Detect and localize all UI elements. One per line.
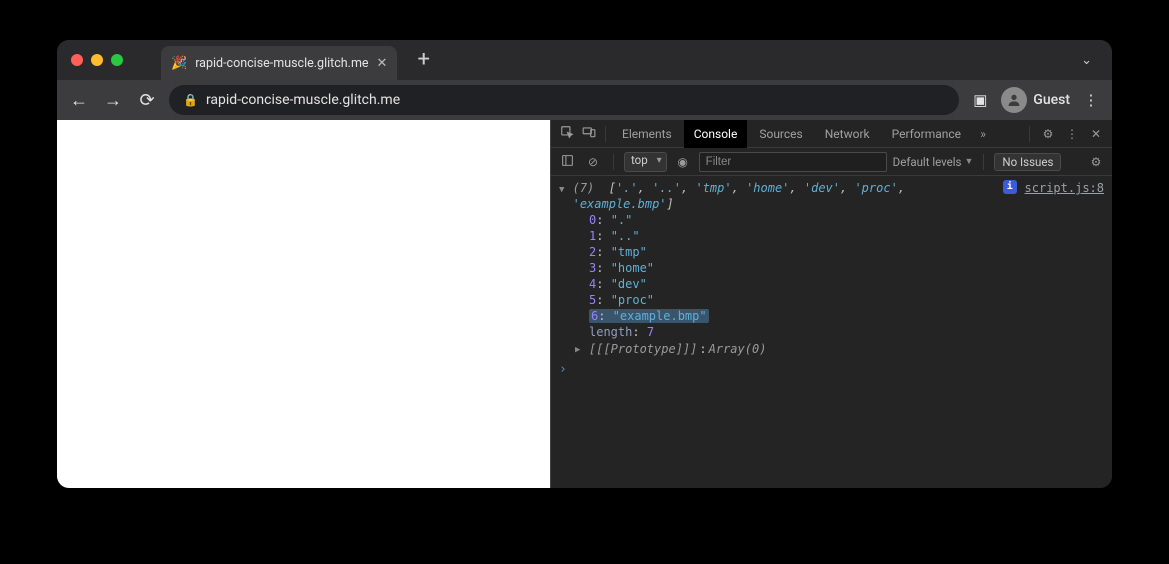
issues-button[interactable]: No Issues [994, 153, 1061, 171]
tab-performance[interactable]: Performance [882, 120, 971, 148]
profile-button[interactable]: Guest [1001, 87, 1070, 113]
array-entry: 3: "home" [589, 260, 1104, 276]
toolbar: ← → ⟳ 🔒 rapid-concise-muscle.glitch.me ▣… [57, 80, 1112, 120]
console-sidebar-toggle-icon[interactable] [557, 154, 577, 170]
array-entries: 0: "."1: ".."2: "tmp"3: "home"4: "dev"5:… [559, 212, 1104, 324]
tab-title: rapid-concise-muscle.glitch.me [195, 56, 368, 71]
kebab-menu-button[interactable]: ⋮ [1080, 91, 1102, 109]
clear-console-icon[interactable]: ⊘ [583, 155, 603, 169]
console-filter-bar: ⊘ top ◉ Default levels ▼ No Issues ⚙ [551, 148, 1112, 176]
url-text: rapid-concise-muscle.glitch.me [206, 92, 400, 108]
log-levels-selector[interactable]: Default levels ▼ [893, 155, 974, 169]
devtools-panel: Elements Console Sources Network Perform… [550, 120, 1112, 488]
context-selector[interactable]: top [624, 152, 667, 172]
device-toolbar-icon[interactable] [579, 125, 599, 142]
devtools-settings-icon[interactable]: ⚙ [1038, 127, 1058, 141]
browser-window: 🎉 rapid-concise-muscle.glitch.me ✕ + ⌄ ←… [57, 40, 1112, 488]
console-prompt[interactable]: › [559, 358, 1104, 378]
console-array-summary-row[interactable]: (7) ['.', '..', 'tmp', 'home', 'dev', 'p… [559, 180, 1104, 212]
window-controls [71, 54, 123, 66]
avatar-icon [1001, 87, 1027, 113]
expand-toggle-icon[interactable] [559, 180, 571, 198]
array-entry: 0: "." [589, 212, 1104, 228]
close-tab-button[interactable]: ✕ [377, 57, 388, 70]
devtools-tabbar: Elements Console Sources Network Perform… [551, 120, 1112, 148]
source-link[interactable]: script.js:8 [1017, 180, 1104, 196]
filter-input[interactable] [699, 152, 887, 172]
devtools-close-icon[interactable]: ✕ [1086, 127, 1106, 141]
reload-button[interactable]: ⟳ [135, 90, 159, 111]
array-entry: 6: "example.bmp" [589, 308, 1104, 324]
array-summary-item: 'example.bmp' [573, 197, 667, 211]
info-badge-icon[interactable]: i [1003, 180, 1017, 194]
maximize-window-button[interactable] [111, 54, 123, 66]
array-length-prefix: (7) [573, 181, 595, 195]
minimize-window-button[interactable] [91, 54, 103, 66]
array-entry: 2: "tmp" [589, 244, 1104, 260]
devtools-kebab-icon[interactable]: ⋮ [1062, 127, 1082, 141]
profile-label: Guest [1033, 92, 1070, 108]
tab-console[interactable]: Console [684, 120, 748, 148]
browser-tab[interactable]: 🎉 rapid-concise-muscle.glitch.me ✕ [161, 46, 397, 80]
lock-icon: 🔒 [183, 93, 198, 107]
console-output[interactable]: (7) ['.', '..', 'tmp', 'home', 'dev', 'p… [551, 176, 1112, 488]
array-summary-item: 'tmp' [695, 181, 731, 195]
more-tabs-icon[interactable]: » [973, 127, 993, 141]
tab-network[interactable]: Network [815, 120, 880, 148]
array-length-row: length: 7 [559, 324, 1104, 340]
inspect-element-icon[interactable] [557, 125, 577, 142]
array-summary-item: 'proc' [854, 181, 897, 195]
expand-toggle-icon[interactable] [575, 340, 587, 358]
side-panel-icon[interactable]: ▣ [969, 91, 991, 109]
prototype-row[interactable]: [[[Prototype]]]: Array(0) [559, 340, 1104, 358]
content-area: Elements Console Sources Network Perform… [57, 120, 1112, 488]
array-summary-item: '.' [616, 181, 638, 195]
array-summary-item: 'home' [746, 181, 789, 195]
new-tab-button[interactable]: + [417, 47, 429, 72]
close-window-button[interactable] [71, 54, 83, 66]
tab-elements[interactable]: Elements [612, 120, 682, 148]
array-summary-item: 'dev' [804, 181, 840, 195]
forward-button[interactable]: → [101, 90, 125, 111]
titlebar: 🎉 rapid-concise-muscle.glitch.me ✕ + ⌄ [57, 40, 1112, 80]
log-levels-label: Default levels [893, 155, 962, 169]
array-summary-item: '..' [652, 181, 681, 195]
array-entry: 1: ".." [589, 228, 1104, 244]
array-entry: 5: "proc" [589, 292, 1104, 308]
page-viewport[interactable] [57, 120, 550, 488]
console-settings-icon[interactable]: ⚙ [1086, 155, 1106, 169]
array-entry: 4: "dev" [589, 276, 1104, 292]
favicon-icon: 🎉 [171, 56, 187, 71]
tab-sources[interactable]: Sources [749, 120, 812, 148]
address-bar[interactable]: 🔒 rapid-concise-muscle.glitch.me [169, 85, 959, 115]
live-expression-icon[interactable]: ◉ [673, 155, 693, 169]
tabs-overflow-button[interactable]: ⌄ [1081, 53, 1092, 68]
back-button[interactable]: ← [67, 90, 91, 111]
